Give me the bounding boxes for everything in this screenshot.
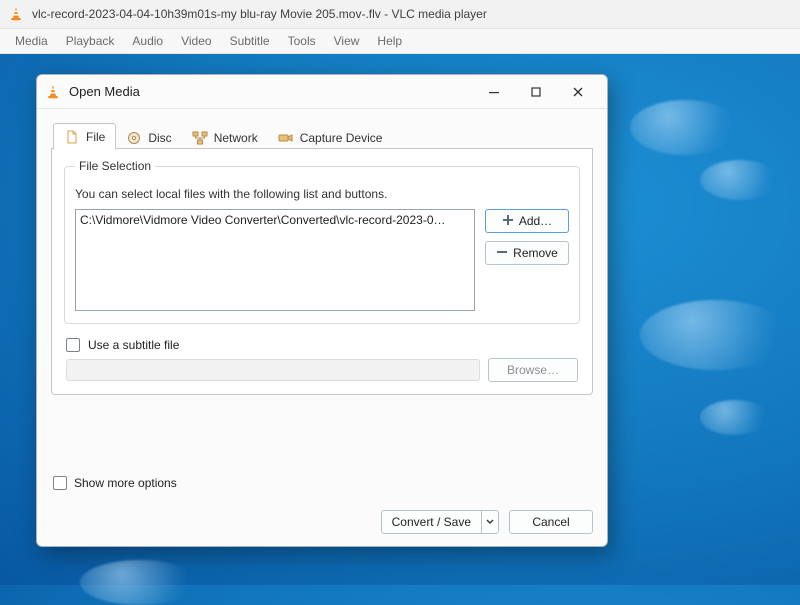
menu-audio[interactable]: Audio [123, 31, 172, 51]
chevron-down-icon [486, 515, 494, 529]
subtitle-checkbox-label: Use a subtitle file [88, 338, 179, 352]
cancel-label: Cancel [532, 515, 569, 529]
file-list[interactable]: C:\Vidmore\Vidmore Video Converter\Conve… [75, 209, 475, 311]
browse-subtitle-button[interactable]: Browse… [488, 358, 578, 382]
open-media-dialog: Open Media File [36, 74, 608, 547]
dialog-title: Open Media [69, 84, 473, 99]
convert-save-label: Convert / Save [392, 515, 471, 529]
show-more-label: Show more options [74, 476, 177, 490]
cancel-button[interactable]: Cancel [509, 510, 593, 534]
file-selection-hint: You can select local files with the foll… [75, 187, 569, 201]
tab-file-label: File [86, 130, 105, 144]
app-title-bar: vlc-record-2023-04-04-10h39m01s-my blu-r… [0, 0, 800, 29]
convert-save-dropdown[interactable] [481, 510, 499, 534]
vlc-cone-icon [45, 84, 61, 100]
file-selection-group: File Selection You can select local file… [64, 159, 580, 324]
menu-playback[interactable]: Playback [57, 31, 124, 51]
minimize-button[interactable] [473, 78, 515, 106]
menu-view[interactable]: View [325, 31, 369, 51]
network-icon [192, 130, 208, 146]
add-button-label: Add… [519, 214, 552, 228]
file-icon [64, 129, 80, 145]
menu-tools[interactable]: Tools [279, 31, 325, 51]
close-button[interactable] [557, 78, 599, 106]
tab-network[interactable]: Network [182, 125, 268, 150]
tab-network-label: Network [214, 131, 258, 145]
convert-save-button[interactable]: Convert / Save [381, 510, 481, 534]
file-list-item[interactable]: C:\Vidmore\Vidmore Video Converter\Conve… [80, 212, 470, 228]
app-title: vlc-record-2023-04-04-10h39m01s-my blu-r… [32, 7, 487, 21]
dialog-title-bar: Open Media [37, 75, 607, 109]
remove-button[interactable]: Remove [485, 241, 569, 265]
minus-icon [496, 246, 508, 261]
menu-bar: Media Playback Audio Video Subtitle Tool… [0, 29, 800, 54]
file-selection-legend: File Selection [75, 159, 155, 173]
tab-disc-label: Disc [148, 131, 171, 145]
browse-subtitle-label: Browse… [507, 363, 559, 377]
subtitle-checkbox[interactable] [66, 338, 80, 352]
subtitle-path-field [66, 359, 480, 381]
add-button[interactable]: Add… [485, 209, 569, 233]
menu-media[interactable]: Media [6, 31, 57, 51]
tab-capture[interactable]: Capture Device [268, 125, 393, 150]
tab-file[interactable]: File [53, 123, 116, 150]
convert-save-split-button[interactable]: Convert / Save [381, 510, 499, 534]
menu-subtitle[interactable]: Subtitle [221, 31, 279, 51]
menu-help[interactable]: Help [368, 31, 411, 51]
tab-disc[interactable]: Disc [116, 125, 181, 150]
show-more-checkbox[interactable] [53, 476, 67, 490]
capture-icon [278, 130, 294, 146]
vlc-cone-icon [8, 6, 24, 22]
disc-icon [126, 130, 142, 146]
tabs: File Disc [51, 121, 593, 149]
maximize-button[interactable] [515, 78, 557, 106]
remove-button-label: Remove [513, 246, 558, 260]
menu-video[interactable]: Video [172, 31, 220, 51]
tab-capture-label: Capture Device [300, 131, 383, 145]
plus-icon [502, 214, 514, 229]
